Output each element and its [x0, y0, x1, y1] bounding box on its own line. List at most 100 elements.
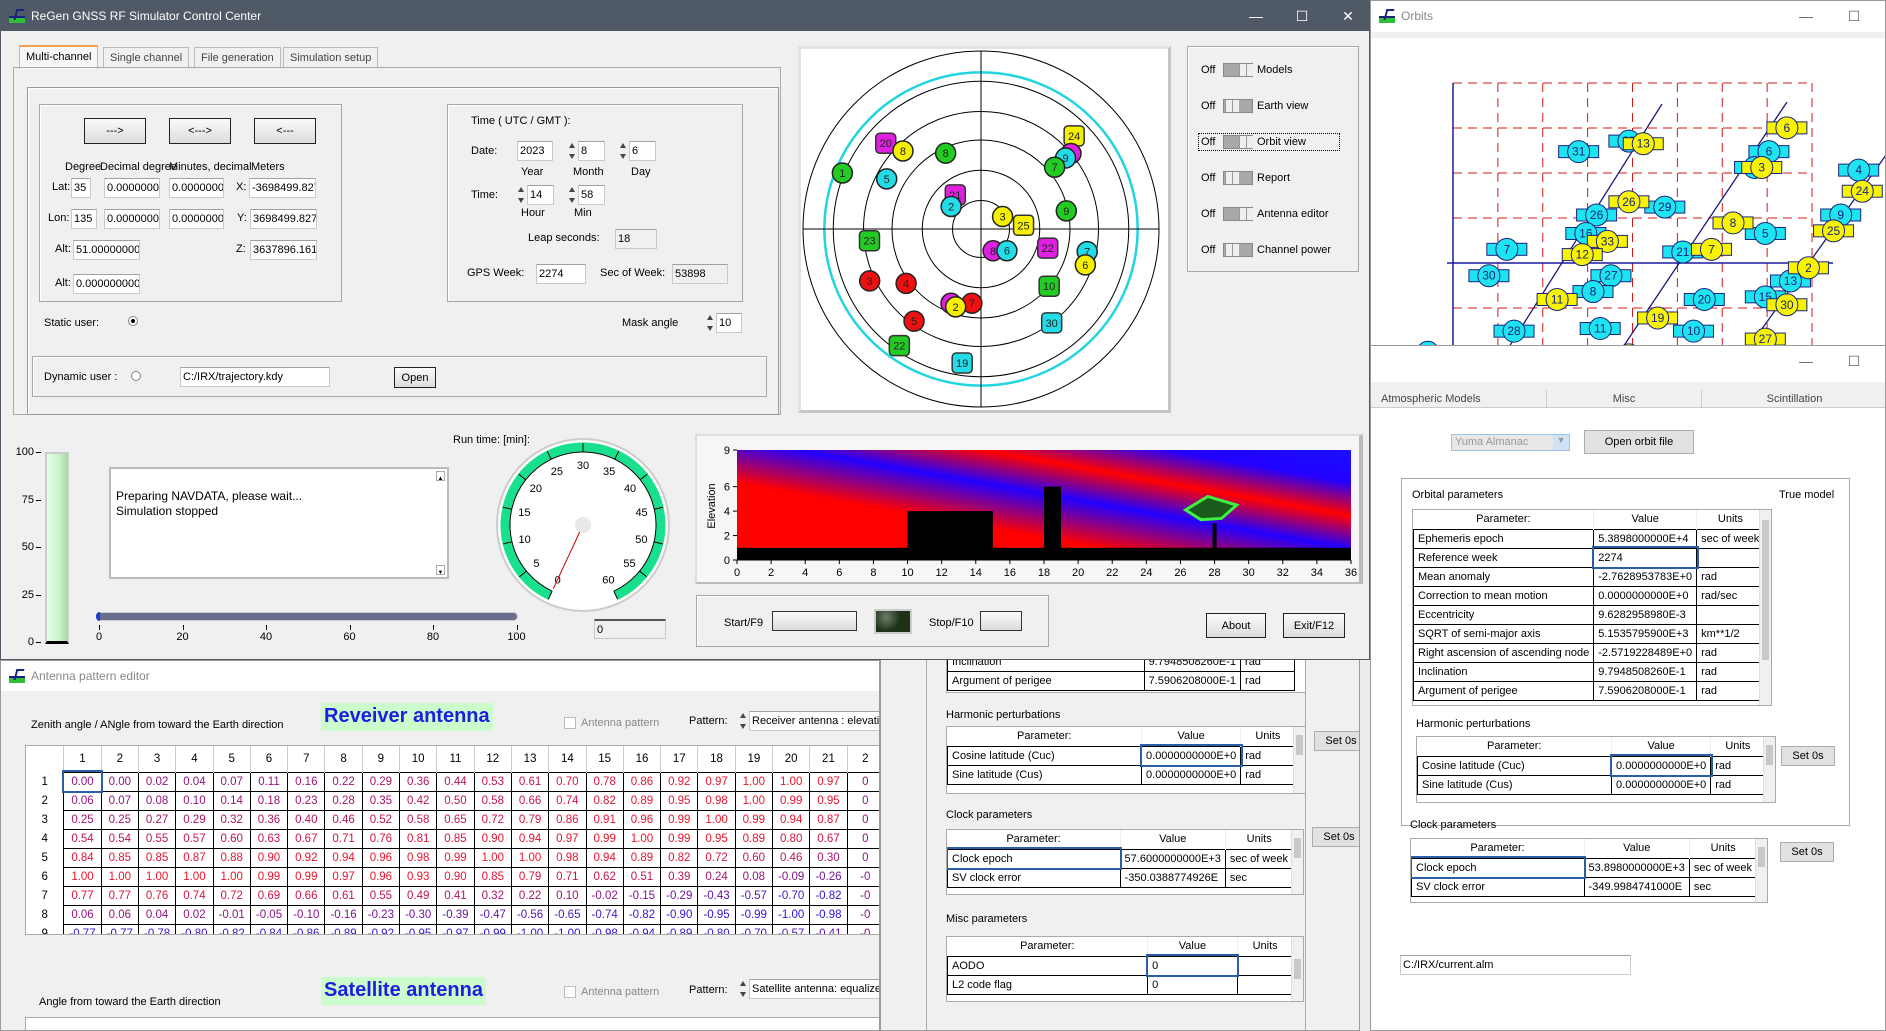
- pattern-cell[interactable]: 0.74: [175, 885, 214, 906]
- pattern-cell[interactable]: -0.02: [585, 885, 624, 906]
- y-meters-field[interactable]: 3698499.827832: [250, 209, 317, 229]
- pattern-cell[interactable]: 0.72: [473, 809, 512, 830]
- pattern-cell[interactable]: 0.82: [585, 790, 624, 811]
- satellite-marker[interactable]: 25: [1012, 214, 1035, 237]
- scrollbar[interactable]: [1291, 937, 1303, 1001]
- min-spinner[interactable]: [568, 185, 577, 205]
- pattern-cell[interactable]: 0.76: [361, 828, 401, 849]
- pattern-cell[interactable]: 0.99: [771, 790, 811, 811]
- pattern-cell[interactable]: 0.86: [622, 771, 662, 792]
- pattern-cell[interactable]: -0.94: [622, 923, 662, 934]
- pattern-cell[interactable]: 0.94: [771, 809, 811, 830]
- pattern-cell[interactable]: 0.65: [436, 809, 475, 830]
- pattern-cell[interactable]: 0.28: [324, 790, 363, 811]
- trajectory-path-field[interactable]: C:/IRX/trajectory.kdy: [180, 367, 330, 387]
- pattern-cell[interactable]: -0.92: [361, 923, 401, 934]
- pattern-cell[interactable]: 0.53: [473, 771, 512, 792]
- skyplot[interactable]: 1208852123252499792386227634567210302219: [801, 49, 1168, 410]
- pattern-cell[interactable]: 0.74: [548, 790, 587, 811]
- pattern-cell[interactable]: 0.72: [212, 885, 251, 906]
- toggle-switch[interactable]: [1223, 171, 1253, 185]
- pattern-cell[interactable]: 0.50: [436, 790, 475, 811]
- pattern-cell[interactable]: -0.98: [809, 904, 848, 925]
- orbit-source-select[interactable]: Yuma Almanac ▼: [1451, 434, 1570, 451]
- pattern-cell[interactable]: 0.57: [175, 828, 214, 849]
- pattern-cell[interactable]: -0.26: [809, 866, 848, 887]
- pattern-cell[interactable]: 0.40: [287, 809, 326, 830]
- pattern-cell[interactable]: 0.54: [100, 828, 139, 849]
- pattern-cell[interactable]: -0.74: [585, 904, 624, 925]
- pattern-cell[interactable]: 0.24: [697, 866, 736, 887]
- pattern-cell[interactable]: 0.00: [100, 771, 139, 792]
- satellite-marker[interactable]: 23: [858, 229, 881, 252]
- pattern-cell[interactable]: -0.29: [660, 885, 699, 906]
- pattern-cell[interactable]: 0.79: [510, 809, 550, 830]
- pattern-cell[interactable]: 0.04: [137, 904, 177, 925]
- pattern-cell[interactable]: 0.39: [660, 866, 699, 887]
- pattern-cell[interactable]: 0.10: [175, 790, 214, 811]
- toggle-switch[interactable]: [1223, 243, 1253, 257]
- pattern-cell[interactable]: 0.98: [548, 847, 587, 868]
- pattern-cell[interactable]: 0.10: [548, 885, 587, 906]
- pattern-cell[interactable]: 0.97: [809, 771, 848, 792]
- pattern-cell[interactable]: 0.71: [324, 828, 363, 849]
- pattern-cell[interactable]: 0.58: [473, 790, 512, 811]
- param-value[interactable]: 9.6282958980E-3: [1593, 604, 1698, 625]
- pattern-cell[interactable]: 0.93: [399, 866, 438, 887]
- pattern-cell[interactable]: -0.57: [734, 885, 774, 906]
- pattern-cell[interactable]: -0: [846, 904, 879, 925]
- satellite-marker[interactable]: 9: [1055, 200, 1078, 222]
- pattern-cell[interactable]: 0.99: [436, 847, 475, 868]
- pattern-cell[interactable]: 0: [846, 847, 879, 868]
- minimize-button[interactable]: —: [1783, 346, 1829, 376]
- pattern-cell[interactable]: -0.43: [697, 885, 736, 906]
- tab-file-generation[interactable]: File generation: [194, 47, 281, 67]
- mask-angle-spinner[interactable]: [706, 313, 715, 333]
- pattern-cell[interactable]: 0.78: [585, 771, 624, 792]
- pattern-cell[interactable]: 0.90: [473, 828, 512, 849]
- pattern-cell[interactable]: 0.92: [287, 847, 326, 868]
- pattern-cell[interactable]: -0.89: [660, 923, 699, 934]
- satellite-marker[interactable]: 24: [1063, 125, 1085, 147]
- satellite-pattern-checkbox[interactable]: [564, 986, 576, 998]
- pattern-cell[interactable]: 0.29: [175, 809, 214, 830]
- pattern-cell[interactable]: 0.16: [287, 771, 326, 792]
- pattern-cell[interactable]: -1.00: [510, 923, 550, 934]
- param-value[interactable]: -2.5719228489E+0: [1593, 642, 1698, 663]
- pattern-cell[interactable]: 0.66: [287, 885, 326, 906]
- pattern-cell[interactable]: 0.90: [249, 847, 289, 868]
- pattern-cell[interactable]: 0.82: [660, 847, 699, 868]
- pattern-cell[interactable]: -0.82: [622, 904, 662, 925]
- toggle-channel-power[interactable]: Off Channel power: [1199, 242, 1339, 258]
- lon-decimal-field[interactable]: 0.000000000: [104, 209, 160, 229]
- scroll-up-button[interactable]: ▲: [436, 471, 445, 482]
- pattern-cell[interactable]: -0.97: [436, 923, 475, 934]
- toggle-models[interactable]: Off Models: [1199, 62, 1339, 78]
- orbit-satellite[interactable]: 27: [1744, 327, 1786, 346]
- pattern-cell[interactable]: -0.16: [324, 904, 363, 925]
- pattern-cell[interactable]: -0.98: [585, 923, 624, 934]
- satellite-marker[interactable]: 10: [1038, 275, 1060, 297]
- pattern-cell[interactable]: 0.41: [436, 885, 475, 906]
- pattern-cell[interactable]: 0.89: [734, 828, 774, 849]
- scrollbar[interactable]: [1755, 839, 1767, 902]
- pattern-cell[interactable]: 0.63: [249, 828, 289, 849]
- satellite-marker[interactable]: 4: [895, 272, 917, 295]
- param-value[interactable]: 53.8980000000E+3: [1583, 857, 1690, 878]
- pattern-cell[interactable]: -0.10: [287, 904, 326, 925]
- satellite-marker[interactable]: 22: [888, 334, 911, 357]
- pattern-cell[interactable]: 0.85: [100, 847, 139, 868]
- pattern-cell[interactable]: 0.79: [510, 866, 550, 887]
- orbit-satellite[interactable]: 24: [1841, 179, 1883, 203]
- set-zeros-button[interactable]: Set 0s: [1314, 731, 1359, 751]
- pattern-cell[interactable]: -0: [846, 923, 879, 934]
- satellite-marker[interactable]: 3: [991, 205, 1014, 228]
- pattern-cell[interactable]: -1.00: [771, 904, 811, 925]
- pattern-cell[interactable]: 1.00: [734, 790, 774, 811]
- satellite-marker[interactable]: 2: [944, 296, 967, 318]
- pattern-cell[interactable]: 0.71: [548, 866, 587, 887]
- pattern-cell[interactable]: 0.02: [137, 771, 177, 792]
- pattern-cell[interactable]: -0.23: [361, 904, 401, 925]
- convert-both-button[interactable]: <--->: [169, 118, 231, 144]
- pattern-cell[interactable]: 0.77: [100, 885, 139, 906]
